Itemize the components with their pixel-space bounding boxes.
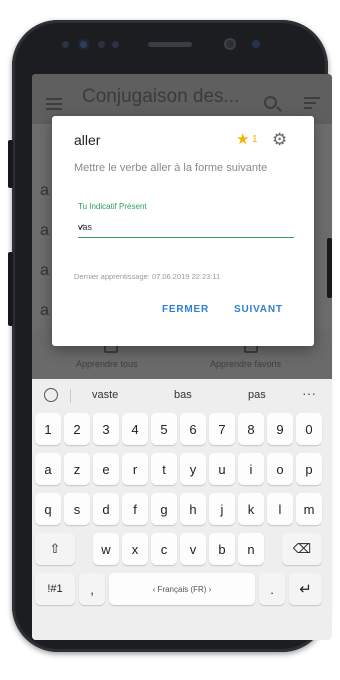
key-1[interactable]: 1: [35, 413, 61, 445]
key-i[interactable]: i: [238, 453, 264, 485]
suggestion-bar: vaste bas pas ···: [32, 379, 332, 411]
favorite-star-icon[interactable]: ★: [236, 130, 249, 148]
key-q[interactable]: q: [35, 493, 61, 525]
key-h[interactable]: h: [180, 493, 206, 525]
shift-key[interactable]: ⇧: [35, 533, 75, 565]
key-0[interactable]: 0: [296, 413, 322, 445]
key-9[interactable]: 9: [267, 413, 293, 445]
search-icon[interactable]: [264, 96, 277, 109]
key-l[interactable]: l: [267, 493, 293, 525]
key-g[interactable]: g: [151, 493, 177, 525]
key-5[interactable]: 5: [151, 413, 177, 445]
power-button: [327, 238, 332, 298]
key-u[interactable]: u: [209, 453, 235, 485]
key-b[interactable]: b: [209, 533, 235, 565]
suggestion-item[interactable]: bas: [174, 389, 192, 401]
key-8[interactable]: 8: [238, 413, 264, 445]
nav-learn-all[interactable]: Apprendre tous: [76, 359, 138, 369]
key-s[interactable]: s: [64, 493, 90, 525]
phone-frame: Conjugaison des... a a a a ☆ ☆ Apprendre…: [12, 20, 332, 652]
sort-icon[interactable]: [304, 97, 320, 109]
phone-top-bezel: [12, 20, 328, 72]
key-m[interactable]: m: [296, 493, 322, 525]
key-c[interactable]: c: [151, 533, 177, 565]
enter-key[interactable]: ↵: [289, 573, 322, 605]
dialog-instruction: Mettre le verbe aller à la forme suivant…: [74, 162, 268, 174]
gear-icon[interactable]: ⚙: [272, 130, 287, 150]
tense-label: Tu Indicatif Présent: [78, 202, 147, 211]
front-camera-icon: [224, 38, 236, 50]
key-v[interactable]: v: [180, 533, 206, 565]
key-j[interactable]: j: [209, 493, 235, 525]
nav-learn-favorites[interactable]: Apprendre favoris: [210, 359, 281, 369]
iris-camera-icon: [78, 39, 89, 50]
list-item[interactable]: a: [40, 262, 49, 280]
period-key[interactable]: .: [259, 573, 285, 605]
last-learning-date: Dernier apprentissage: 07.06.2019 22:23:…: [74, 272, 221, 281]
answer-input[interactable]: vas ✓: [78, 220, 294, 238]
symbols-key[interactable]: !#1: [35, 573, 75, 605]
sensor-icon: [112, 41, 119, 48]
key-o[interactable]: o: [267, 453, 293, 485]
key-6[interactable]: 6: [180, 413, 206, 445]
key-f[interactable]: f: [122, 493, 148, 525]
list-item[interactable]: a: [40, 182, 49, 200]
key-z[interactable]: z: [64, 453, 90, 485]
key-w[interactable]: w: [93, 533, 119, 565]
key-k[interactable]: k: [238, 493, 264, 525]
earpiece-speaker: [148, 42, 192, 47]
conjugation-dialog: aller ★ 1 ⚙ Mettre le verbe aller à la f…: [52, 116, 314, 346]
divider: [70, 389, 71, 403]
more-suggestions-icon[interactable]: ···: [302, 385, 316, 401]
suggestion-item[interactable]: vaste: [92, 389, 118, 401]
screen: Conjugaison des... a a a a ☆ ☆ Apprendre…: [32, 74, 332, 640]
next-button[interactable]: SUIVANT: [234, 304, 283, 315]
key-2[interactable]: 2: [64, 413, 90, 445]
key-a[interactable]: a: [35, 453, 61, 485]
app-title: Conjugaison des...: [82, 86, 240, 107]
key-r[interactable]: r: [122, 453, 148, 485]
side-button: [8, 140, 13, 188]
key-4[interactable]: 4: [122, 413, 148, 445]
side-button: [8, 252, 13, 326]
key-e[interactable]: e: [93, 453, 119, 485]
key-d[interactable]: d: [93, 493, 119, 525]
list-item[interactable]: a: [40, 222, 49, 240]
key-3[interactable]: 3: [93, 413, 119, 445]
key-7[interactable]: 7: [209, 413, 235, 445]
dialog-verb-title: aller: [74, 132, 101, 148]
favorite-count: 1: [252, 134, 258, 145]
backspace-key[interactable]: ⌫: [282, 533, 322, 565]
sensor-icon: [98, 41, 105, 48]
hamburger-menu-icon[interactable]: [46, 98, 62, 110]
app-background-dimmed: Conjugaison des... a a a a ☆ ☆ Apprendre…: [32, 74, 332, 379]
space-key[interactable]: ‹ Français (FR) ›: [109, 573, 255, 605]
sensor-icon: [62, 41, 69, 48]
close-button[interactable]: FERMER: [162, 304, 209, 315]
check-icon[interactable]: ✓: [78, 222, 86, 233]
key-y[interactable]: y: [180, 453, 206, 485]
key-x[interactable]: x: [122, 533, 148, 565]
key-n[interactable]: n: [238, 533, 264, 565]
key-p[interactable]: p: [296, 453, 322, 485]
list-item[interactable]: a: [40, 302, 49, 320]
sensor-icon: [252, 40, 260, 48]
emoji-icon[interactable]: [44, 388, 58, 402]
suggestion-item[interactable]: pas: [248, 389, 266, 401]
soft-keyboard: vaste bas pas ··· 1 2 3 4 5 6 7 8 9 0 a …: [32, 379, 332, 640]
comma-key[interactable]: ,: [79, 573, 105, 605]
key-t[interactable]: t: [151, 453, 177, 485]
